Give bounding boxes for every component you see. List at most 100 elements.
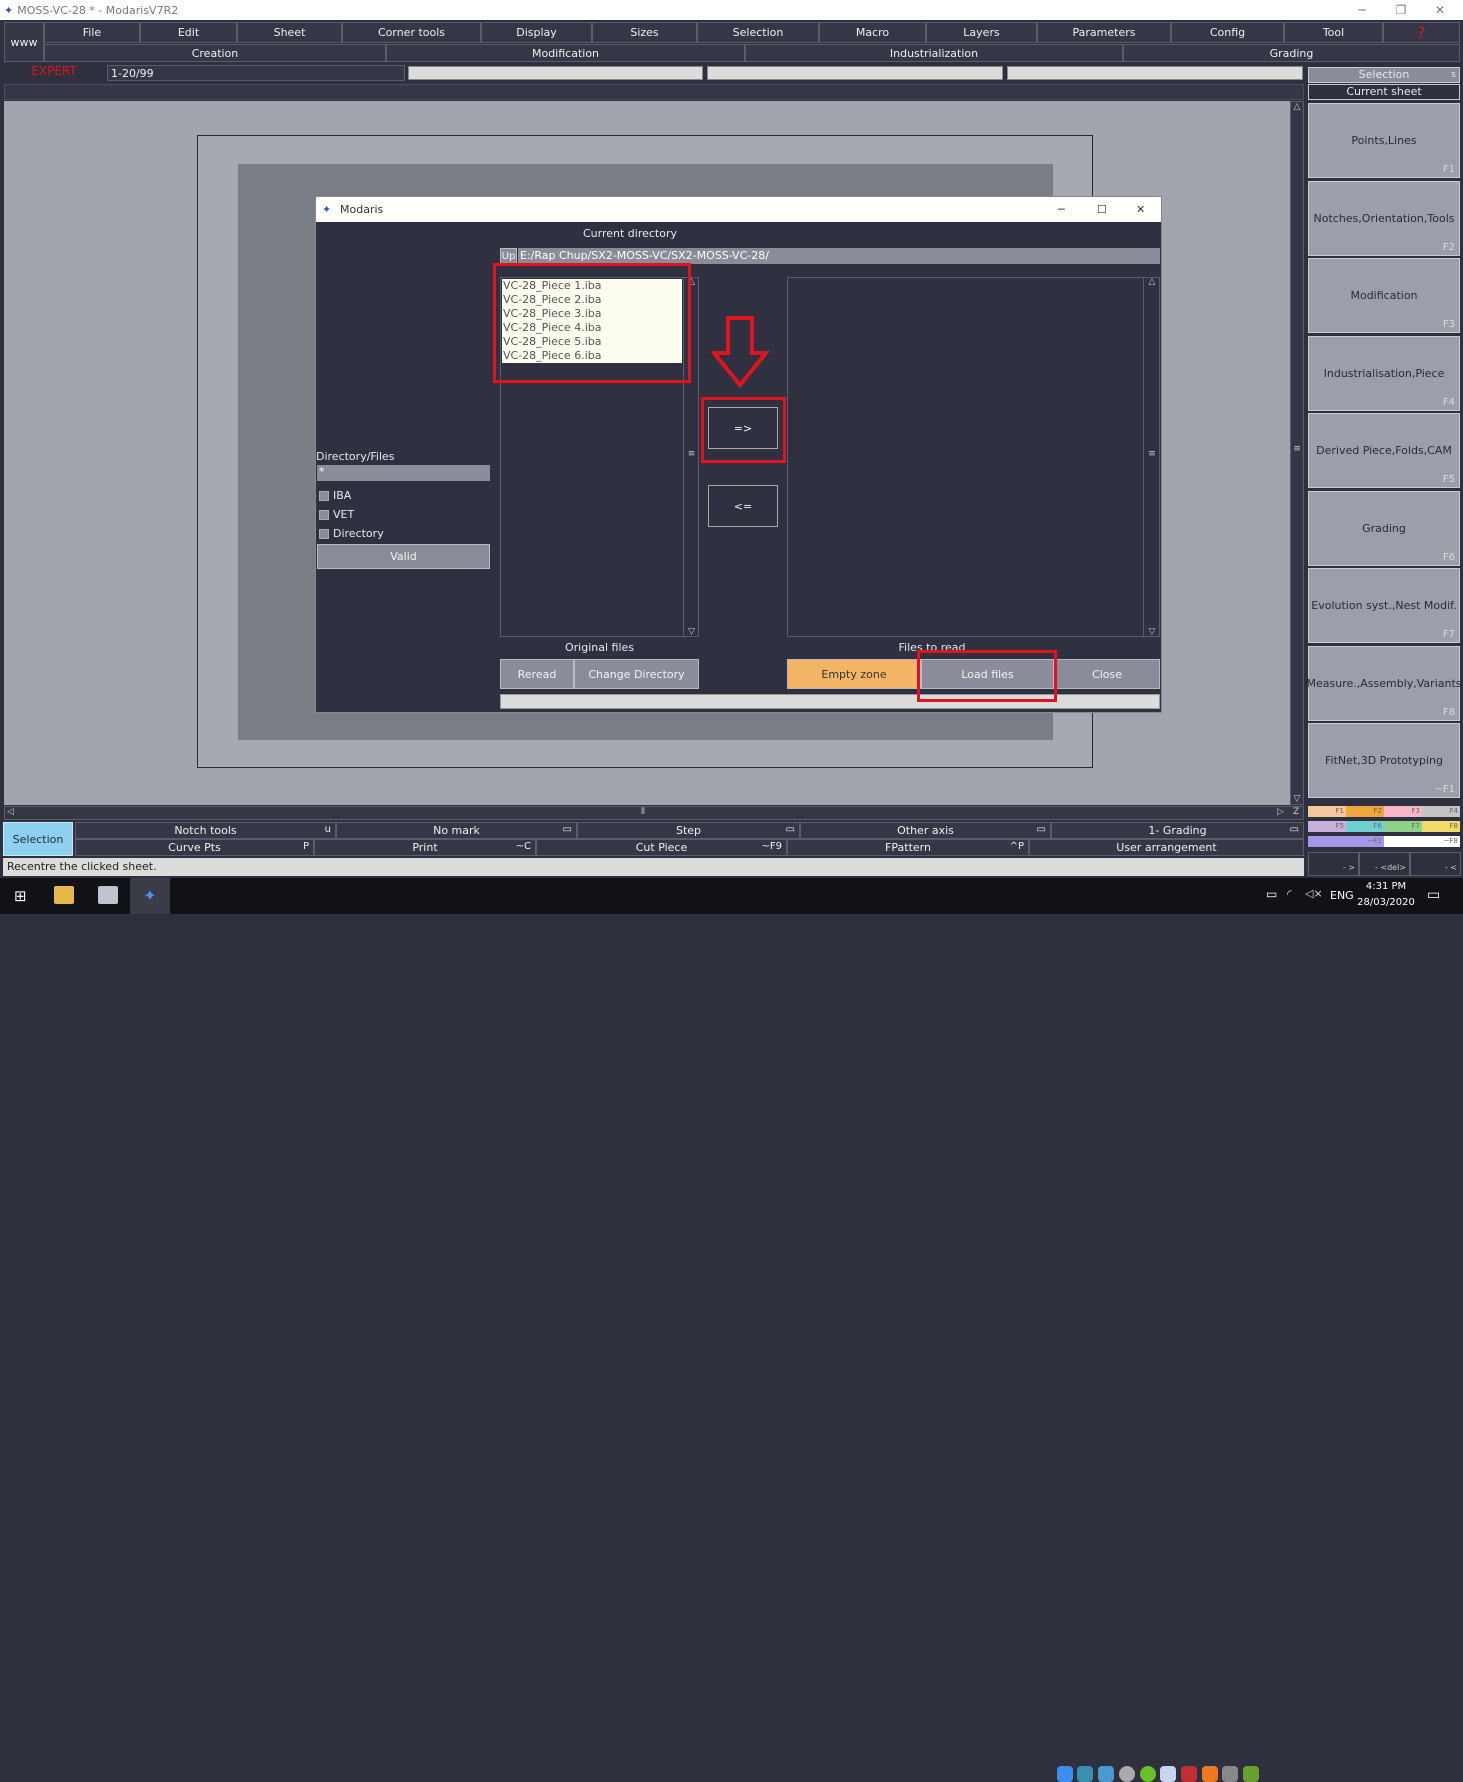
menu-sheet[interactable]: Sheet: [237, 22, 342, 43]
color-swatch-wide-1[interactable]: ~F1: [1308, 836, 1384, 847]
menu-layers[interactable]: Layers: [926, 22, 1037, 43]
function-button-7[interactable]: Evolution syst.,Nest Modif. F7: [1308, 568, 1460, 643]
battery-icon[interactable]: ▭: [1266, 887, 1277, 901]
checkbox-iba[interactable]: IBA: [319, 489, 351, 502]
scroll-hthumb-icon[interactable]: ⦀: [641, 807, 645, 817]
menu-display[interactable]: Display: [481, 22, 592, 43]
zalo-tray-icon[interactable]: [1057, 1766, 1073, 1782]
path-field[interactable]: E:/Rap Chup/SX2-MOSS-VC/SX2-MOSS-VC-28/: [518, 248, 1160, 264]
menu-group-industrialization[interactable]: Industrialization: [745, 44, 1123, 62]
editor-tray-icon[interactable]: [1160, 1766, 1176, 1782]
windows-start-icon[interactable]: ⊞: [14, 887, 27, 905]
menu-config[interactable]: Config: [1171, 22, 1284, 43]
files-to-read-scrollbar[interactable]: △ ≡ ▽: [1143, 277, 1160, 637]
bottom-tool-curve-pts[interactable]: Curve Pts P: [75, 839, 314, 856]
nav-button-2[interactable]: - <del>: [1359, 852, 1410, 876]
remove-files-button[interactable]: <=: [708, 485, 778, 527]
selection-mode-button[interactable]: Selection: [3, 822, 73, 856]
scroll-left-icon[interactable]: ◁: [7, 807, 14, 817]
bottom-tool-fpattern[interactable]: FPattern ^P: [787, 839, 1029, 856]
checkbox-icon[interactable]: [319, 509, 329, 520]
clock-date[interactable]: 28/03/2020: [1356, 897, 1416, 908]
minimize-button[interactable]: ─: [1343, 0, 1381, 20]
change-directory-button[interactable]: Change Directory: [574, 659, 699, 689]
color-swatch-f5[interactable]: F5: [1308, 821, 1346, 832]
bottom-tool-1-grading[interactable]: 1- Grading ▭: [1051, 822, 1304, 839]
filter-input[interactable]: *: [317, 465, 490, 481]
scroll-thumb-icon[interactable]: ≡: [684, 449, 699, 459]
selection-panel-header[interactable]: Selection s: [1308, 67, 1460, 83]
menu-macro[interactable]: Macro: [819, 22, 926, 43]
dialog-close-action-button[interactable]: Close: [1054, 659, 1160, 689]
bottom-tool-other-axis[interactable]: Other axis ▭: [800, 822, 1051, 839]
color-swatch-f8[interactable]: F8: [1422, 821, 1460, 832]
menu-sizes[interactable]: Sizes: [592, 22, 697, 43]
scroll-right-icon[interactable]: ▷: [1277, 807, 1284, 817]
clock-time[interactable]: 4:31 PM: [1358, 881, 1414, 892]
color-swatch-f1[interactable]: F1: [1308, 806, 1346, 817]
function-button-6[interactable]: Grading F6: [1308, 490, 1460, 566]
app-tray-icon[interactable]: [1098, 1766, 1114, 1782]
function-button-4[interactable]: Industrialisation,Piece F4: [1308, 335, 1460, 411]
color-swatch-f3[interactable]: F3: [1384, 806, 1422, 817]
scroll-up-icon[interactable]: △: [1144, 277, 1160, 287]
scroll-down-icon[interactable]: ▽: [1144, 627, 1160, 637]
vertical-scrollbar[interactable]: △ ≡ ▽: [1290, 101, 1304, 805]
reread-button[interactable]: Reread: [500, 659, 574, 689]
scroll-thumb-icon[interactable]: ≡: [1291, 444, 1303, 454]
record-tray-icon[interactable]: [1181, 1766, 1197, 1782]
scroll-down-icon[interactable]: ▽: [1291, 794, 1303, 804]
toolbar-field-1[interactable]: [408, 66, 703, 80]
empty-zone-button[interactable]: Empty zone: [787, 659, 921, 689]
function-button-9[interactable]: FitNet,3D Prototyping ~F1: [1308, 723, 1460, 798]
maximize-button[interactable]: ❐: [1382, 0, 1420, 20]
toolbar-field-2[interactable]: [707, 66, 1003, 80]
menu-edit[interactable]: Edit: [140, 22, 237, 43]
menu-group-grading[interactable]: Grading: [1123, 44, 1460, 62]
menu-tool[interactable]: Tool: [1284, 22, 1383, 43]
nav-button-3[interactable]: - <: [1410, 852, 1461, 876]
bottom-tool-cut-piece[interactable]: Cut Piece ~F9: [536, 839, 787, 856]
menu-selection[interactable]: Selection: [697, 22, 819, 43]
notifications-icon[interactable]: ▭: [1427, 887, 1440, 903]
dialog-maximize-button[interactable]: ☐: [1097, 203, 1107, 216]
valid-button[interactable]: Valid: [317, 544, 490, 569]
bottom-tool-print[interactable]: Print ~C: [314, 839, 536, 856]
menu-group-creation[interactable]: Creation: [44, 44, 386, 62]
checkbox-directory[interactable]: Directory: [319, 527, 384, 540]
color-swatch-wide-2[interactable]: ~F8: [1384, 836, 1460, 847]
nav-button-1[interactable]: - >: [1308, 852, 1359, 876]
language-indicator[interactable]: ENG: [1330, 889, 1354, 902]
function-button-5[interactable]: Derived Piece,Folds,CAM F5: [1308, 413, 1460, 488]
app-taskbar-icon[interactable]: [98, 886, 118, 904]
bottom-tool-notch-tools[interactable]: Notch tools u: [75, 822, 336, 839]
toolbar-field-3[interactable]: [1007, 66, 1303, 80]
function-button-8[interactable]: Measure.,Assembly,Variants F8: [1307, 645, 1462, 721]
avast-tray-icon[interactable]: [1202, 1766, 1218, 1782]
modaris-taskbar-icon[interactable]: ✦: [130, 878, 170, 914]
dialog-close-button[interactable]: ✕: [1136, 203, 1145, 216]
wifi-icon[interactable]: ◜: [1287, 887, 1292, 901]
checkbox-icon[interactable]: [319, 528, 329, 539]
color-swatch-f7[interactable]: F7: [1384, 821, 1422, 832]
horizontal-scrollbar[interactable]: ◁ ⦀ ▷ Z: [4, 806, 1304, 820]
scroll-thumb-icon[interactable]: ≡: [1144, 449, 1160, 459]
checkbox-icon[interactable]: [319, 490, 329, 501]
menu-corner-tools[interactable]: Corner tools: [342, 22, 481, 43]
sheet-range-field[interactable]: 1-20/99: [107, 65, 405, 81]
color-swatch-f2[interactable]: F2: [1346, 806, 1384, 817]
network-app-tray-icon[interactable]: [1077, 1766, 1093, 1782]
color-swatch-f6[interactable]: F6: [1346, 821, 1384, 832]
close-button[interactable]: ✕: [1421, 0, 1459, 20]
help-menu-icon[interactable]: ?: [1383, 22, 1460, 43]
nvidia-tray-icon[interactable]: [1243, 1766, 1259, 1782]
function-button-1[interactable]: Points,Lines F1: [1308, 103, 1460, 178]
checkbox-vet[interactable]: VET: [319, 508, 354, 521]
server-tray-icon[interactable]: [1222, 1766, 1238, 1782]
bottom-tool-no-mark[interactable]: No mark ▭: [336, 822, 577, 839]
menu-parameters[interactable]: Parameters: [1037, 22, 1171, 43]
function-button-2[interactable]: Notches,Orientation,Tools F2: [1308, 180, 1460, 256]
up-button[interactable]: Up: [500, 248, 517, 264]
bottom-tool-user-arrangement[interactable]: User arrangement: [1029, 839, 1304, 856]
color-swatch-f4[interactable]: F4: [1422, 806, 1460, 817]
